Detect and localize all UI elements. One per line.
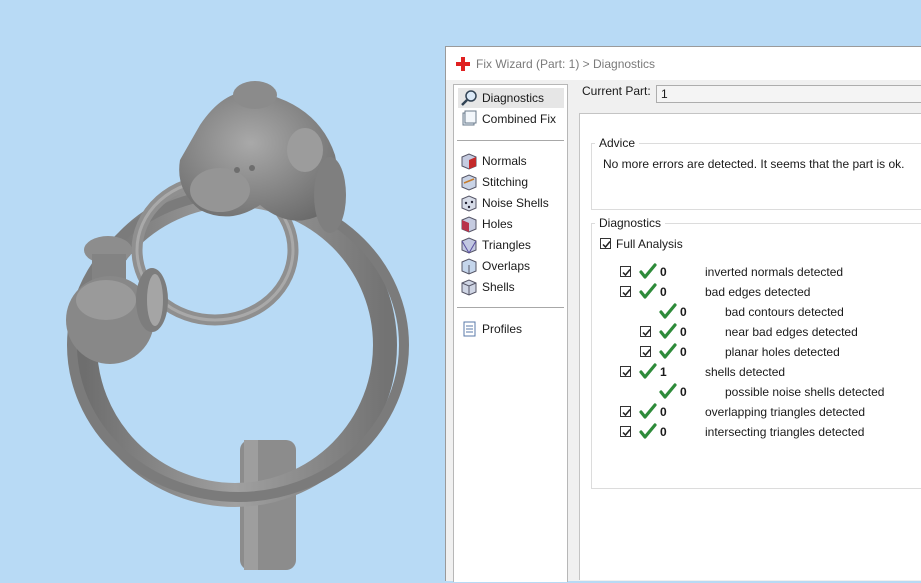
green-check-icon [639, 403, 657, 423]
holes-cube-icon [460, 215, 478, 233]
nav-item-noise-shells[interactable]: Noise Shells [458, 193, 564, 213]
diagnostic-label: inverted normals detected [705, 265, 844, 279]
diagnostic-label: possible noise shells detected [725, 385, 885, 399]
full-analysis-checkbox[interactable] [600, 238, 611, 249]
diagnostic-checkbox[interactable] [620, 366, 631, 377]
noise-shells-dice-icon [460, 194, 478, 212]
dialog-title: Fix Wizard (Part: 1) > Diagnostics [476, 56, 656, 71]
diagnostic-label: bad edges detected [705, 285, 811, 299]
nav-item-holes[interactable]: Holes [458, 214, 564, 234]
diagnostic-row: 0 near bad edges detected [446, 323, 921, 341]
green-check-icon [639, 263, 657, 283]
diagnostics-title: Diagnostics [595, 216, 666, 230]
nav-item-combined-fix[interactable]: Combined Fix [458, 109, 564, 129]
diagnostic-row: 0 planar holes detected [446, 343, 921, 361]
diagnostic-row: 0 inverted normals detected [446, 263, 921, 281]
green-check-icon [639, 283, 657, 303]
advice-group [591, 143, 921, 210]
stitching-cube-icon [460, 173, 478, 191]
diagnostic-count: 0 [660, 425, 667, 439]
current-part-field[interactable]: 1 [656, 85, 921, 103]
title-bar[interactable]: Fix Wizard (Part: 1) > Diagnostics [446, 47, 921, 80]
diagnostic-label: shells detected [705, 365, 786, 379]
diagnostic-checkbox[interactable] [640, 346, 651, 357]
green-check-icon [659, 343, 677, 363]
diagnostic-label: near bad edges detected [725, 325, 858, 339]
diagnostic-count: 0 [680, 325, 687, 339]
diagnostic-count: 1 [660, 365, 667, 379]
nav-label-diagnostics: Diagnostics [482, 91, 545, 105]
green-check-icon [639, 423, 657, 443]
red-cross-icon [456, 56, 470, 71]
diagnostic-checkbox[interactable] [620, 426, 631, 437]
triangles-cube-icon [460, 236, 478, 254]
diagnostic-checkbox[interactable] [620, 266, 631, 277]
diagnostic-label: intersecting triangles detected [705, 425, 865, 439]
diagnostic-row: 0 intersecting triangles detected [446, 423, 921, 441]
nav-item-triangles[interactable]: Triangles [458, 235, 564, 255]
diagnostic-count: 0 [660, 285, 667, 299]
diagnostic-row: 1 shells detected [446, 363, 921, 381]
nav-label-stitching: Stitching [482, 175, 529, 189]
diagnostic-count: 0 [660, 265, 667, 279]
combined-fix-icon [460, 110, 478, 128]
current-part-label: Current Part: [582, 84, 651, 98]
advice-title: Advice [595, 136, 640, 150]
nav-item-diagnostics[interactable]: Diagnostics [458, 88, 564, 108]
diagnostic-row: 0 bad edges detected [446, 283, 921, 301]
diagnostic-count: 0 [680, 345, 687, 359]
diagnostic-checkbox[interactable] [620, 286, 631, 297]
diagnostic-row: 0 bad contours detected [446, 303, 921, 321]
diagnostic-count: 0 [680, 305, 687, 319]
green-check-icon [639, 363, 657, 383]
diagnostic-count: 0 [660, 405, 667, 419]
nav-label-triangles: Triangles [482, 238, 531, 252]
nav-label-combined-fix: Combined Fix [482, 112, 557, 126]
diagnostic-label: planar holes detected [725, 345, 840, 359]
nav-divider [457, 140, 564, 141]
normals-cube-icon [460, 152, 478, 170]
diagnostic-checkbox[interactable] [620, 406, 631, 417]
advice-text: No more errors are detected. It seems th… [603, 157, 905, 171]
full-analysis-label: Full Analysis [616, 237, 683, 251]
diagnostic-label: overlapping triangles detected [705, 405, 866, 419]
fix-wizard-dialog: Fix Wizard (Part: 1) > Diagnostics Diagn… [445, 46, 921, 582]
green-check-icon [659, 383, 677, 403]
nav-item-normals[interactable]: Normals [458, 151, 564, 171]
green-check-icon [659, 303, 677, 323]
magnifier-icon [460, 89, 478, 107]
diagnostic-row: 0 overlapping triangles detected [446, 403, 921, 421]
diagnostic-label: bad contours detected [725, 305, 844, 319]
nav-label-holes: Holes [482, 217, 513, 231]
nav-label-normals: Normals [482, 154, 527, 168]
diagnostic-row: 0 possible noise shells detected [446, 383, 921, 401]
diagnostic-count: 0 [680, 385, 687, 399]
green-check-icon [659, 323, 677, 343]
nav-item-stitching[interactable]: Stitching [458, 172, 564, 192]
diagnostic-checkbox[interactable] [640, 326, 651, 337]
nav-label-noise-shells: Noise Shells [482, 196, 549, 210]
